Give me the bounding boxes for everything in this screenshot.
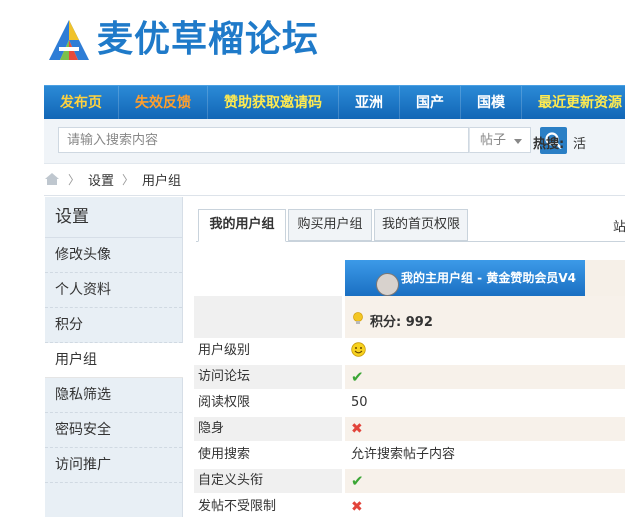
sidebar-item-privacy[interactable]: 隐私筛选 [45, 378, 182, 413]
row-label-user-level: 用户级别 [198, 343, 251, 358]
row-value-read-permission: 50 [351, 395, 368, 410]
tab-my-usergroup[interactable]: 我的用户组 [198, 209, 286, 242]
group-header-filler [585, 260, 625, 296]
breadcrumb-separator: 〉 [68, 172, 81, 187]
settings-sidebar: 设置 修改头像 个人资料 积分 用户组 隐私筛选 密码安全 访问推广 [45, 197, 183, 517]
search-bar: 请输入搜索内容 帖子 热搜: 活 [44, 119, 625, 164]
tabs-right-link[interactable]: 站 [613, 216, 625, 235]
cross-icon: ✖ [351, 421, 363, 437]
search-type-select[interactable]: 帖子 [469, 127, 531, 153]
breadcrumb-separator: 〉 [122, 172, 135, 187]
nav-item-asia[interactable]: 亚洲 [339, 86, 400, 120]
breadcrumb-settings[interactable]: 设置 [88, 170, 114, 189]
nav-item-recent[interactable]: 最近更新资源 [522, 86, 625, 120]
hot-search-label: 热搜: [533, 137, 565, 152]
sidebar-title: 设置 [45, 197, 182, 238]
sidebar-item-profile[interactable]: 个人资料 [45, 273, 182, 308]
row-value-visit-forum: ✔ [345, 365, 625, 389]
avatar [376, 273, 399, 296]
row-value-post-unlimited: ✖ [345, 495, 625, 519]
sidebar-item-usergroup[interactable]: 用户组 [45, 343, 183, 378]
row-label-invisible: 隐身 [194, 417, 342, 441]
search-input[interactable]: 请输入搜索内容 [58, 127, 469, 153]
tab-homepage-permissions[interactable]: 我的首页权限 [374, 209, 468, 241]
nav-item-domestic[interactable]: 国产 [400, 86, 461, 120]
main-nav: 发布页 失效反馈 赞助获取邀请码 亚洲 国产 国模 最近更新资源 [44, 85, 625, 120]
lightbulb-icon [353, 312, 363, 324]
check-icon: ✔ [351, 368, 364, 386]
row-label-use-search: 使用搜索 [198, 447, 251, 462]
hot-search-link[interactable]: 活 [573, 133, 586, 152]
smiley-icon [351, 342, 366, 357]
nav-item-publish[interactable]: 发布页 [44, 86, 119, 120]
nav-item-models[interactable]: 国模 [461, 86, 522, 120]
row-value-invisible: ✖ [345, 417, 625, 441]
group-title: 我的主用户组 - 黄金赞助会员V4 [401, 271, 576, 285]
sidebar-item-avatar[interactable]: 修改头像 [45, 238, 182, 273]
row-label-read-permission: 阅读权限 [198, 395, 251, 410]
row-value-custom-title: ✔ [345, 469, 625, 493]
sidebar-item-credits[interactable]: 积分 [45, 308, 182, 343]
row-label-post-unlimited: 发帖不受限制 [198, 499, 277, 514]
credit-value: 积分: 992 [370, 315, 433, 330]
divider [44, 195, 625, 196]
home-icon[interactable] [44, 172, 60, 186]
row-label-custom-title: 自定义头衔 [194, 469, 342, 493]
credit-label-cell [194, 296, 342, 338]
row-label-visit-forum: 访问论坛 [194, 365, 342, 389]
breadcrumb-usergroup: 用户组 [142, 173, 182, 189]
usergroup-tabs: 我的用户组 购买用户组 我的首页权限 [196, 209, 625, 242]
search-type-label: 帖子 [480, 133, 507, 148]
a-letter-logo-icon [49, 20, 89, 60]
tab-buy-usergroup[interactable]: 购买用户组 [288, 209, 372, 241]
nav-item-feedback[interactable]: 失效反馈 [119, 86, 208, 120]
check-icon: ✔ [351, 472, 364, 490]
sidebar-item-password[interactable]: 密码安全 [45, 413, 182, 448]
nav-item-sponsor[interactable]: 赞助获取邀请码 [208, 86, 339, 120]
breadcrumb: 〉 设置 〉 用户组 [44, 168, 181, 190]
row-value-use-search: 允许搜索帖子内容 [351, 447, 456, 462]
sidebar-item-promotion[interactable]: 访问推广 [45, 448, 182, 483]
chevron-down-icon [514, 139, 522, 144]
row-value-user-level [345, 339, 625, 363]
site-title: 麦优草榴论坛 [97, 19, 320, 60]
cross-icon: ✖ [351, 499, 363, 515]
site-logo[interactable]: 麦优草榴论坛 [47, 17, 319, 63]
